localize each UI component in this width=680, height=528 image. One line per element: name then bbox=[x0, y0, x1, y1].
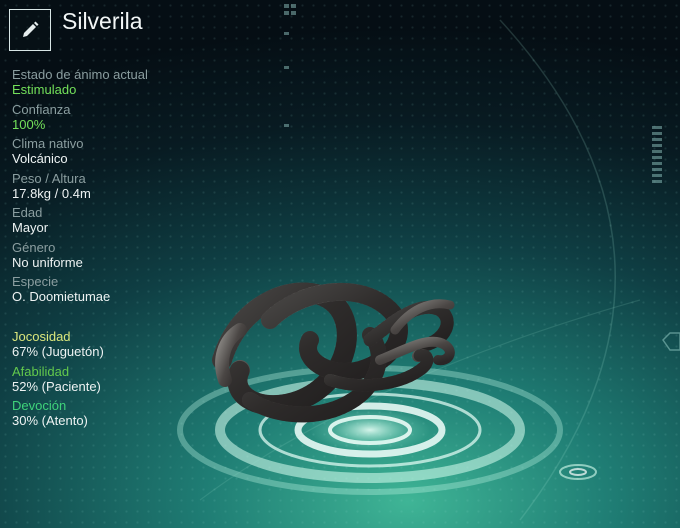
stat-label: Clima nativo bbox=[12, 136, 84, 151]
creature-name: Silverila bbox=[62, 8, 143, 34]
stat-label: Edad bbox=[12, 205, 43, 220]
stat-label: Especie bbox=[12, 274, 59, 289]
stat-value: 100% bbox=[12, 116, 46, 132]
hud-markers bbox=[284, 4, 662, 183]
stat-mood: Estado de ánimo actual Estimulado bbox=[12, 67, 212, 98]
stat-label: Estado de ánimo actual bbox=[12, 67, 148, 82]
stats-panel: Estado de ánimo actual Estimulado Confia… bbox=[12, 67, 212, 309]
pedestal bbox=[177, 19, 641, 521]
stat-species: Especie O. Doomietumae bbox=[12, 274, 212, 305]
stat-label: Peso / Altura bbox=[12, 170, 86, 186]
trait-devotion: Devoción 30% (Atento) bbox=[12, 398, 212, 429]
trait-value: 52% (Paciente) bbox=[12, 378, 101, 394]
stat-label: Género bbox=[12, 239, 56, 255]
trait-value: 30% (Atento) bbox=[12, 413, 88, 428]
trait-label: Devoción bbox=[12, 398, 67, 413]
stat-value: No uniforme bbox=[12, 254, 83, 270]
stat-climate: Clima nativo Volcánico bbox=[12, 136, 212, 167]
stat-value: Estimulado bbox=[12, 82, 77, 97]
stat-value: O. Doomietumae bbox=[12, 289, 111, 304]
hex-marker bbox=[662, 332, 680, 351]
stat-value: 17.8kg / 0.4m bbox=[12, 185, 91, 201]
stat-weight-height: Peso / Altura 17.8kg / 0.4m bbox=[12, 171, 212, 202]
stat-age: Edad Mayor bbox=[12, 205, 212, 236]
trait-label: Jocosidad bbox=[12, 329, 71, 344]
trait-playfulness: Jocosidad 67% (Juguetón) bbox=[12, 329, 212, 360]
pencil-icon bbox=[23, 21, 39, 37]
trait-label: Afabilidad bbox=[12, 363, 70, 379]
stat-trust: Confianza 100% bbox=[12, 102, 212, 133]
edit-name-button[interactable] bbox=[9, 9, 51, 51]
traits-panel: Jocosidad 67% (Juguetón) Afabilidad 52% … bbox=[12, 329, 212, 433]
stat-value: Volcánico bbox=[12, 151, 68, 166]
stat-gender: Género No uniforme bbox=[12, 240, 212, 271]
stat-value: Mayor bbox=[12, 220, 49, 235]
stat-label: Confianza bbox=[12, 101, 71, 117]
trait-friendliness: Afabilidad 52% (Paciente) bbox=[12, 364, 212, 395]
trait-value: 67% (Juguetón) bbox=[12, 344, 104, 359]
